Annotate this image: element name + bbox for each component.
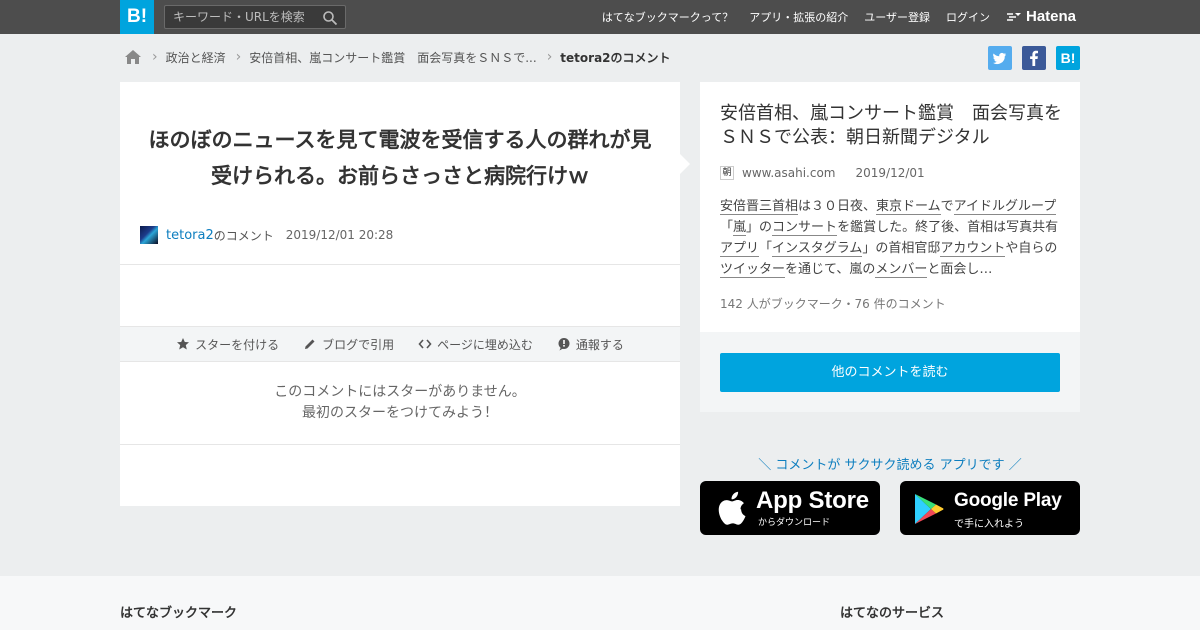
blog-quote-button[interactable]: ブログで引用 bbox=[303, 336, 394, 353]
comment-date[interactable]: 2019/12/01 20:28 bbox=[286, 228, 394, 242]
summary-keyword-link[interactable]: 東京ドーム bbox=[876, 199, 941, 215]
entry-site: 朝 www.asahi.com 2019/12/01 bbox=[720, 166, 925, 180]
hatena-bookmark-logo[interactable]: B! bbox=[120, 0, 154, 34]
footer-services-title: はてなのサービス bbox=[840, 606, 945, 621]
pencil-icon bbox=[305, 339, 315, 349]
hatena-brand-icon bbox=[1007, 12, 1021, 21]
app-store-title: App Store bbox=[756, 487, 869, 514]
avatar[interactable] bbox=[140, 226, 158, 244]
twitter-icon bbox=[993, 52, 1006, 65]
code-icon bbox=[418, 339, 432, 349]
nav-login[interactable]: ログイン bbox=[946, 9, 990, 25]
entry-date: 2019/12/01 bbox=[855, 166, 925, 180]
report-label: 通報する bbox=[575, 337, 624, 352]
twitter-share-button[interactable] bbox=[988, 46, 1012, 70]
hatena-brand[interactable]: Hatena bbox=[1006, 8, 1076, 25]
summary-text: 「 bbox=[720, 220, 734, 235]
add-star-label: スターを付ける bbox=[195, 337, 280, 352]
blog-quote-label: ブログで引用 bbox=[322, 337, 395, 352]
add-star-button[interactable]: スターを付ける bbox=[176, 336, 279, 353]
no-stars-line-1: このコメントにはスターがありません。 bbox=[274, 384, 526, 400]
footer-bookmark-title: はてなブックマーク bbox=[120, 606, 238, 621]
summary-text: は３０日夜、 bbox=[798, 199, 877, 214]
summary-keyword-link[interactable]: アイドルグループ bbox=[953, 199, 1057, 215]
entry-counts[interactable]: 142 人がブックマーク・76 件のコメント bbox=[720, 295, 946, 312]
chevron-right-icon: › bbox=[235, 49, 242, 65]
summary-text: 「 bbox=[759, 241, 773, 256]
comment-actions: スターを付ける ブログで引用 ページに埋め込む 通報する bbox=[120, 326, 680, 362]
summary-text: で bbox=[940, 199, 954, 214]
summary-text: と面会し… bbox=[927, 262, 993, 277]
embed-button[interactable]: ページに埋め込む bbox=[418, 336, 533, 353]
summary-keyword-link[interactable]: コンサート bbox=[772, 220, 838, 236]
top-bar: B! はてなブックマークって？ アプリ・拡張の紹介 ユーザー登録 ログイン Ha… bbox=[0, 0, 1200, 34]
summary-text: 」の bbox=[746, 220, 773, 235]
app-store-subtitle: からダウンロード bbox=[758, 518, 831, 528]
star-icon bbox=[177, 338, 190, 350]
nav-register[interactable]: ユーザー登録 bbox=[864, 9, 930, 25]
breadcrumb: › 政治と経済 › 安倍首相、嵐コンサート鑑賞 面会写真をＳＮＳで... › t… bbox=[124, 46, 671, 68]
google-play-title: Google Play bbox=[954, 490, 1062, 511]
chevron-right-icon: › bbox=[546, 49, 553, 65]
entry-summary: 安倍晋三首相は３０日夜、東京ドームでアイドルグループ「嵐」のコンサートを鑑賞した… bbox=[720, 196, 1060, 280]
google-play-subtitle: で手に入れよう bbox=[954, 519, 1024, 530]
google-play-icon bbox=[915, 494, 944, 524]
nav-about[interactable]: はてなブックマークって？ bbox=[602, 9, 733, 25]
report-button[interactable]: 通報する bbox=[557, 336, 624, 353]
top-nav: はてなブックマークって？ アプリ・拡張の紹介 ユーザー登録 ログイン bbox=[602, 0, 990, 34]
comment-user-link[interactable]: tetora2 bbox=[166, 228, 214, 243]
app-store-button[interactable]: App Store からダウンロード bbox=[700, 481, 880, 535]
app-promo-text[interactable]: ＼ コメントが サクサク読める アプリです ／ bbox=[700, 454, 1080, 473]
facebook-icon bbox=[1030, 50, 1038, 66]
search-input[interactable] bbox=[173, 9, 313, 25]
entry-site-domain[interactable]: www.asahi.com bbox=[742, 166, 836, 180]
summary-keyword-link[interactable]: ツイッター bbox=[720, 262, 786, 278]
read-more-button[interactable]: 他のコメントを読む bbox=[720, 353, 1060, 392]
hatena-brand-label: Hatena bbox=[1026, 8, 1077, 25]
no-stars-message: このコメントにはスターがありません。 最初のスターをつけてみよう！ bbox=[120, 382, 680, 424]
apple-icon bbox=[718, 491, 746, 525]
hatena-share-button[interactable]: B! bbox=[1056, 46, 1080, 70]
report-icon bbox=[558, 338, 570, 351]
comment-user-suffix: のコメント bbox=[213, 228, 274, 243]
breadcrumb-current: tetora2のコメント bbox=[560, 50, 671, 65]
summary-text: や自らの bbox=[1005, 241, 1058, 256]
comment-meta: tetora2 のコメント 2019/12/01 20:28 bbox=[140, 226, 393, 244]
comment-text: ほのぼのニュースを見て電波を受信する人の群れが見受けられる。お前らさっさと病院行… bbox=[148, 128, 652, 188]
facebook-share-button[interactable] bbox=[1022, 46, 1046, 70]
no-stars-line-2: 最初のスターをつけてみよう！ bbox=[302, 405, 498, 421]
search-box bbox=[164, 5, 346, 29]
divider bbox=[120, 264, 680, 265]
summary-keyword-link[interactable]: アカウント bbox=[940, 241, 1006, 257]
google-play-button[interactable]: Google Play で手に入れよう bbox=[900, 481, 1080, 535]
embed-label: ページに埋め込む bbox=[437, 337, 533, 352]
summary-keyword-link[interactable]: 嵐 bbox=[733, 220, 747, 236]
summary-keyword-link[interactable]: アプリ bbox=[720, 241, 760, 257]
breadcrumb-entry[interactable]: 安倍首相、嵐コンサート鑑賞 面会写真をＳＮＳで... bbox=[249, 49, 536, 66]
summary-keyword-link[interactable]: インスタグラム bbox=[772, 241, 863, 257]
entry-title[interactable]: 安倍首相、嵐コンサート鑑賞 面会写真をＳＮＳで公表：朝日新聞デジタル bbox=[720, 102, 1065, 150]
footer: はてなブックマーク はてなのサービス bbox=[0, 576, 1200, 630]
summary-keyword-link[interactable]: 安倍晋三首相 bbox=[720, 199, 799, 215]
nav-apps[interactable]: アプリ・拡張の紹介 bbox=[749, 9, 848, 25]
summary-text: を通じて、嵐の bbox=[785, 262, 876, 277]
read-more-area: 他のコメントを読む bbox=[700, 332, 1080, 412]
summary-keyword-link[interactable]: メンバー bbox=[875, 262, 928, 278]
home-icon[interactable] bbox=[124, 48, 142, 66]
search-icon[interactable] bbox=[322, 10, 338, 26]
divider bbox=[120, 444, 680, 445]
summary-text: 」の首相官邸 bbox=[862, 241, 941, 256]
summary-text: を鑑賞した。終了後、首相は写真共有 bbox=[837, 220, 1059, 235]
breadcrumb-category[interactable]: 政治と経済 bbox=[166, 49, 226, 66]
comment-card: ほのぼのニュースを見て電波を受信する人の群れが見受けられる。お前らさっさと病院行… bbox=[120, 82, 690, 506]
site-favicon-icon: 朝 bbox=[720, 166, 734, 180]
chevron-right-icon: › bbox=[152, 49, 158, 65]
entry-card: 安倍首相、嵐コンサート鑑賞 面会写真をＳＮＳで公表：朝日新聞デジタル 朝 www… bbox=[700, 82, 1080, 332]
